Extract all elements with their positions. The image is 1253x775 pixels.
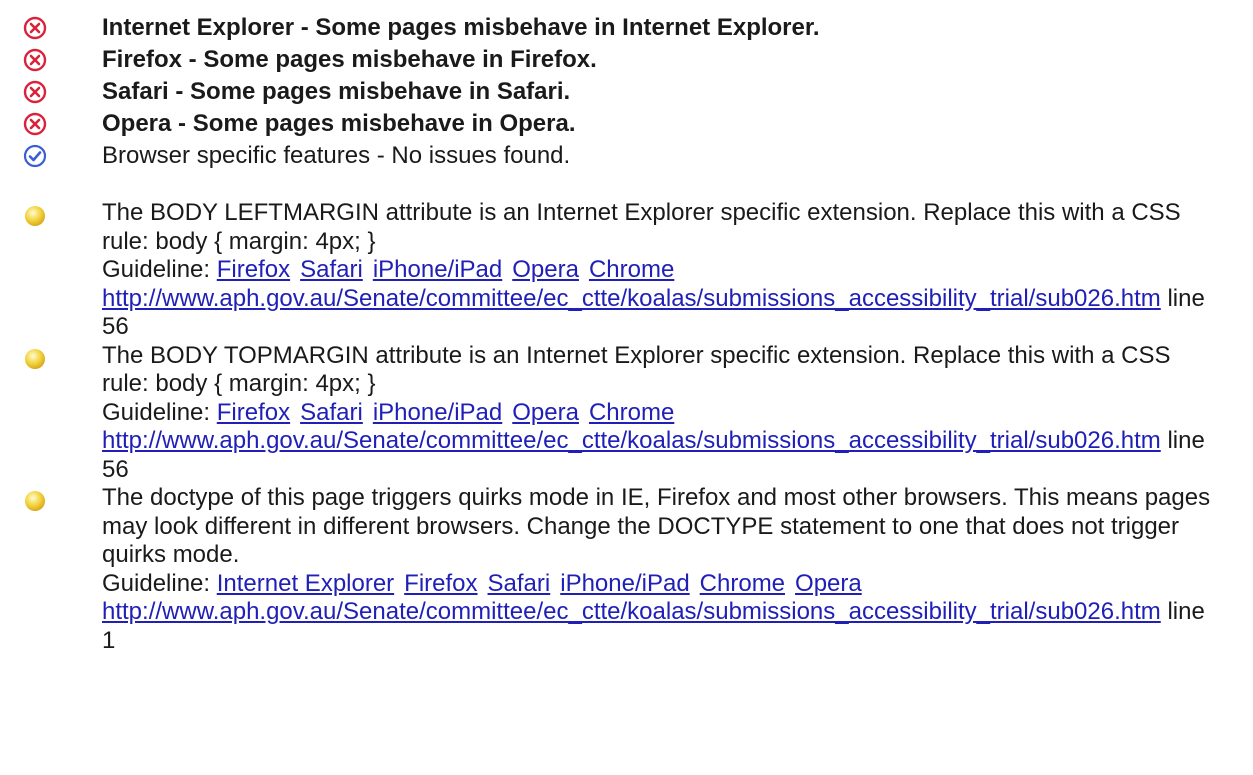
issue-body: The doctype of this page triggers quirks…: [102, 484, 1212, 655]
source-url-link[interactable]: http://www.aph.gov.au/Senate/committee/e…: [102, 285, 1161, 312]
guideline-link[interactable]: iPhone/iPad: [373, 256, 502, 283]
summary-row: Safari - Some pages misbehave in Safari.: [20, 76, 820, 108]
summary-row: Opera - Some pages misbehave in Opera.: [20, 108, 820, 140]
summary-row: Browser specific features - No issues fo…: [20, 140, 820, 172]
guideline-link[interactable]: Safari: [300, 399, 363, 426]
source-location: http://www.aph.gov.au/Senate/committee/e…: [102, 427, 1212, 484]
issue-body: The BODY TOPMARGIN attribute is an Inter…: [102, 342, 1212, 485]
issue-list: The BODY LEFTMARGIN attribute is an Inte…: [20, 199, 1235, 655]
summary-list: Internet Explorer - Some pages misbehave…: [20, 12, 820, 172]
issue-item: The doctype of this page triggers quirks…: [20, 484, 1235, 655]
guideline-link[interactable]: Opera: [512, 256, 579, 283]
error-circle-icon: [20, 13, 50, 43]
guideline-link[interactable]: iPhone/iPad: [373, 399, 502, 426]
guideline-link[interactable]: Firefox: [404, 570, 477, 597]
guideline-link[interactable]: iPhone/iPad: [560, 570, 689, 597]
summary-text: Safari - Some pages misbehave in Safari.: [102, 78, 571, 105]
guideline-link[interactable]: Firefox: [217, 399, 290, 426]
issue-message: The BODY TOPMARGIN attribute is an Inter…: [102, 341, 1171, 398]
guideline-link[interactable]: Firefox: [217, 256, 290, 283]
guideline-link[interactable]: Chrome: [700, 570, 785, 597]
guideline-label: Guideline:: [102, 256, 211, 283]
check-circle-icon: [20, 141, 50, 171]
source-url-link[interactable]: http://www.aph.gov.au/Senate/committee/e…: [102, 598, 1161, 625]
summary-text: Internet Explorer - Some pages misbehave…: [102, 14, 820, 41]
guideline-link[interactable]: Internet Explorer: [217, 570, 394, 597]
issue-message: The doctype of this page triggers quirks…: [102, 484, 1211, 568]
guideline-link[interactable]: Safari: [300, 256, 363, 283]
source-url-link[interactable]: http://www.aph.gov.au/Senate/committee/e…: [102, 427, 1161, 454]
issue-message: The BODY LEFTMARGIN attribute is an Inte…: [102, 199, 1181, 255]
summary-row: Firefox - Some pages misbehave in Firefo…: [20, 44, 820, 76]
guideline-link[interactable]: Safari: [488, 570, 551, 597]
guideline-label: Guideline:: [102, 569, 211, 597]
guideline-link[interactable]: Chrome: [589, 399, 674, 426]
guideline-row: Guideline: Firefox Safari iPhone/iPad Opera…: [102, 256, 1212, 285]
warning-bullet-icon: [20, 486, 50, 516]
summary-row: Internet Explorer - Some pages misbehave…: [20, 12, 820, 44]
guideline-label: Guideline:: [102, 398, 211, 426]
guideline-row: Guideline: Firefox Safari iPhone/iPad Opera…: [102, 399, 1212, 428]
warning-bullet-icon: [20, 201, 50, 231]
summary-text: Firefox - Some pages misbehave in Firefo…: [102, 46, 597, 73]
source-location: http://www.aph.gov.au/Senate/committee/e…: [102, 598, 1212, 655]
error-circle-icon: [20, 109, 50, 139]
summary-text: Browser specific features - No issues fo…: [102, 142, 571, 169]
issue-body: The BODY LEFTMARGIN attribute is an Inte…: [102, 199, 1212, 342]
summary-text: Opera - Some pages misbehave in Opera.: [102, 110, 576, 137]
issue-item: The BODY LEFTMARGIN attribute is an Inte…: [20, 199, 1235, 342]
warning-bullet-icon: [20, 344, 50, 374]
issue-item: The BODY TOPMARGIN attribute is an Inter…: [20, 342, 1235, 485]
guideline-link[interactable]: Opera: [512, 399, 579, 426]
guideline-link[interactable]: Chrome: [589, 256, 674, 283]
guideline-row: Guideline: Internet Explorer Firefox Safar…: [102, 570, 1212, 599]
guideline-link[interactable]: Opera: [795, 570, 862, 597]
source-location: http://www.aph.gov.au/Senate/committee/e…: [102, 285, 1212, 342]
error-circle-icon: [20, 77, 50, 107]
error-circle-icon: [20, 45, 50, 75]
